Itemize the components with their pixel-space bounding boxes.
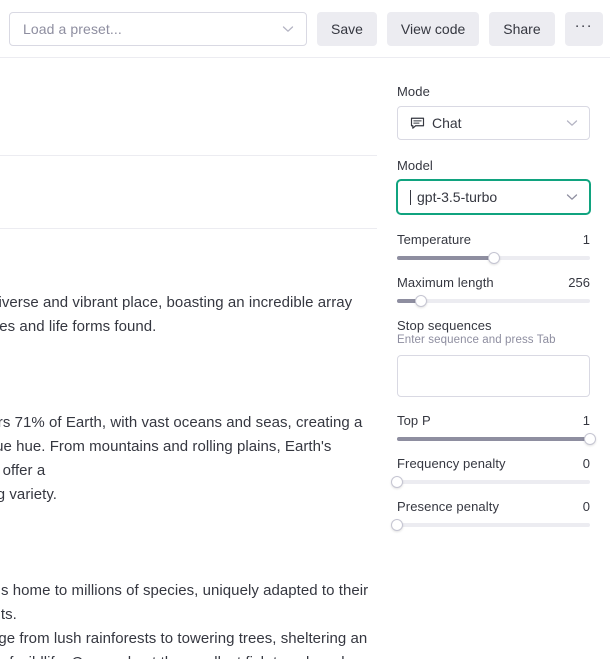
chevron-down-icon [280, 21, 296, 37]
view-code-button[interactable]: View code [386, 11, 480, 46]
message-divider [0, 155, 377, 156]
slider-thumb[interactable] [487, 252, 500, 264]
chat-bubble-icon [410, 116, 425, 131]
slider-presence-penalty: Presence penalty 0 [391, 499, 590, 531]
parameters-sidebar: Mode Chat Model gpt-3.5-turbo Temperatur… [377, 58, 610, 659]
stop-sequences-label: Stop sequences [397, 318, 492, 333]
preset-placeholder-text: Load a preset... [23, 20, 122, 37]
top-toolbar: Load a preset... Save View code Share ··… [0, 0, 610, 58]
playground-app: Load a preset... Save View code Share ··… [0, 0, 610, 659]
text-cursor [410, 189, 411, 205]
slider-label: Frequency penalty [397, 456, 506, 471]
share-button[interactable]: Share [489, 11, 555, 46]
model-select[interactable]: gpt-3.5-turbo [397, 180, 590, 214]
stop-sequences-group: Stop sequences Enter sequence and press … [397, 318, 590, 397]
stop-sequences-input[interactable] [397, 355, 590, 397]
conversation-panel[interactable]: Earth is a diverse and vibrant place, bo… [0, 58, 377, 659]
mode-select[interactable]: Chat [397, 106, 590, 140]
slider-value: 256 [568, 275, 590, 290]
slider-label: Maximum length [397, 275, 494, 290]
slider-value: 1 [582, 232, 590, 247]
model-label: Model [397, 158, 433, 173]
paragraph: Earth is a diverse and vibrant place, bo… [0, 294, 353, 335]
stop-sequences-hint: Enter sequence and press Tab [397, 334, 556, 346]
slider-temperature: Temperature 1 [397, 232, 590, 264]
slider-track[interactable] [397, 252, 590, 264]
slider-track[interactable] [391, 519, 590, 531]
slider-fill [397, 256, 494, 260]
preset-select[interactable]: Load a preset... [9, 11, 307, 46]
slider-track[interactable] [397, 295, 590, 307]
message-divider [0, 228, 377, 229]
slider-thumb[interactable] [584, 433, 596, 445]
slider-value: 1 [582, 413, 590, 428]
slider-label: Top P [397, 413, 431, 428]
paragraph: The planet is home to millions of specie… [0, 582, 369, 659]
slider-thumb[interactable] [391, 476, 403, 488]
slider-value: 0 [582, 499, 590, 514]
slider-top-p: Top P 1 [397, 413, 596, 445]
slider-frequency-penalty: Frequency penalty 0 [391, 456, 590, 488]
slider-thumb[interactable] [415, 295, 428, 307]
slider-track[interactable] [397, 433, 596, 445]
model-value: gpt-3.5-turbo [417, 189, 498, 205]
mode-label: Mode [397, 84, 430, 99]
more-options-button[interactable]: ··· [564, 11, 603, 46]
chevron-down-icon [564, 115, 580, 131]
assistant-message-text[interactable]: Earth is a diverse and vibrant place, bo… [0, 243, 377, 659]
chevron-down-icon [564, 189, 580, 205]
slider-value: 0 [582, 456, 590, 471]
slider-maximum-length: Maximum length 256 [397, 275, 590, 307]
slider-label: Presence penalty [397, 499, 500, 514]
mode-value: Chat [432, 115, 462, 131]
slider-fill [397, 437, 590, 441]
slider-track[interactable] [391, 476, 590, 488]
paragraph: Water covers 71% of Earth, with vast oce… [0, 414, 363, 503]
save-button[interactable]: Save [317, 11, 377, 46]
slider-thumb[interactable] [391, 519, 403, 531]
slider-label: Temperature [397, 232, 472, 247]
